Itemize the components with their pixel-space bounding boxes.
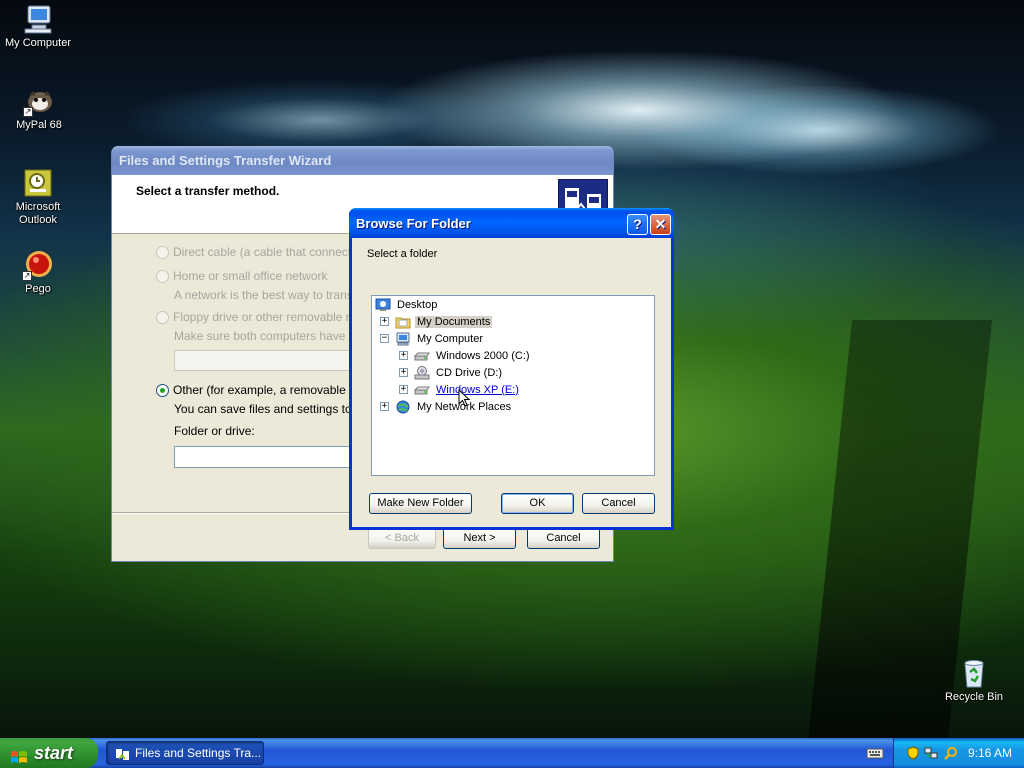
browse-for-folder-dialog: Browse For Folder ? ✕ Select a folder De… [349, 208, 674, 530]
radio-floppy[interactable] [156, 311, 169, 324]
collapse-icon[interactable]: − [380, 334, 389, 343]
browse-prompt: Select a folder [367, 248, 438, 260]
tree-item-windows-2000-c[interactable]: + Windows 2000 (C:) [399, 347, 532, 364]
taskbar-item-transfer-wizard[interactable]: Files and Settings Tra... [106, 741, 264, 765]
option-floppy-sublabel: Make sure both computers have the [174, 329, 366, 343]
desktop-icon-label: Pego [25, 283, 51, 295]
computer-icon [395, 332, 411, 346]
expand-icon[interactable]: + [399, 351, 408, 360]
tree-item-label: Windows XP (E:) [436, 383, 519, 396]
close-icon: ✕ [654, 216, 667, 232]
folder-icon [395, 315, 411, 329]
wizard-titlebar[interactable]: Files and Settings Transfer Wizard [112, 146, 613, 175]
tree-item-label: Desktop [397, 298, 438, 311]
folder-or-drive-label: Folder or drive: [174, 424, 255, 438]
browse-titlebar[interactable]: Browse For Folder ? ✕ [349, 208, 674, 238]
clock[interactable]: 9:16 AM [968, 738, 1012, 768]
network-connection-icon[interactable] [924, 746, 938, 760]
mouse-cursor-icon [458, 389, 470, 407]
expand-icon[interactable]: + [399, 385, 408, 394]
desktop-icon-my-computer[interactable]: My Computer [0, 3, 76, 50]
folder-or-drive-input[interactable] [174, 446, 354, 468]
desktop-icon-label: My Computer [4, 37, 72, 49]
option-floppy-label: Floppy drive or other removable media [173, 310, 379, 324]
drive-icon [413, 349, 430, 363]
mypal-icon: ↗ [23, 85, 55, 117]
floppy-drive-select[interactable] [174, 350, 354, 371]
tree-item-label: Windows 2000 (C:) [436, 349, 530, 362]
outlook-icon [22, 167, 54, 199]
option-direct-cable-label: Direct cable (a cable that connects yo [173, 245, 374, 259]
tree-item-label: CD Drive (D:) [436, 366, 502, 379]
expand-icon[interactable]: + [380, 317, 389, 326]
expand-icon[interactable]: + [399, 368, 408, 377]
option-other-label: Other (for example, a removable drive [173, 383, 376, 397]
make-new-folder-button[interactable]: Make New Folder [369, 493, 472, 514]
tree-item-label: My Documents [415, 315, 493, 328]
start-button[interactable]: start [0, 738, 98, 768]
security-shield-icon[interactable] [906, 746, 920, 760]
radio-direct-cable[interactable] [156, 246, 169, 259]
desktop-icon-label: Microsoft Outlook [15, 201, 61, 226]
recycle-bin-icon [958, 657, 990, 689]
tree-item-label: My Computer [417, 332, 484, 345]
tree-item-my-network-places[interactable]: + My Network Places [380, 398, 513, 415]
desktop-icon-recycle-bin[interactable]: Recycle Bin [936, 657, 1012, 704]
taskbar: start Files and Settings Tra... 9:16 AM [0, 738, 1024, 768]
expand-icon[interactable]: + [380, 402, 389, 411]
tree-item-my-computer[interactable]: − My Computer [380, 330, 485, 347]
desktop-icon-pego[interactable]: ↗ Pego [0, 249, 76, 296]
taskbar-item-label: Files and Settings Tra... [135, 746, 262, 760]
wizard-title: Files and Settings Transfer Wizard [119, 153, 332, 168]
browse-cancel-button[interactable]: Cancel [582, 493, 655, 514]
tree-item-my-documents[interactable]: + My Documents [380, 313, 493, 330]
my-computer-icon [22, 3, 54, 35]
help-icon: ? [633, 216, 642, 232]
desktop-icon-label: Recycle Bin [944, 691, 1004, 703]
back-button[interactable]: < Back [368, 528, 436, 549]
desktop-icon-label: MyPal 68 [16, 119, 62, 131]
search-icon[interactable] [944, 746, 958, 760]
start-label: start [34, 743, 74, 763]
pego-icon: ↗ [22, 249, 54, 281]
wizard-cancel-button[interactable]: Cancel [527, 528, 600, 549]
keyboard-language-icon[interactable] [866, 746, 884, 760]
close-button[interactable]: ✕ [650, 214, 671, 235]
option-home-network-label: Home or small office network [173, 269, 328, 283]
shortcut-arrow-icon: ↗ [23, 107, 33, 117]
radio-home-network[interactable] [156, 270, 169, 283]
windows-flag-icon [10, 745, 28, 763]
tree-item-desktop[interactable]: Desktop [375, 296, 439, 313]
next-button[interactable]: Next > [443, 528, 516, 549]
folder-tree[interactable]: Desktop + My Documents − My Computer + W… [371, 295, 655, 476]
desktop-icon-outlook[interactable]: Microsoft Outlook [0, 167, 76, 227]
help-button[interactable]: ? [627, 214, 648, 235]
system-tray: 9:16 AM [893, 738, 1024, 768]
wizard-heading: Select a transfer method. [136, 184, 280, 198]
drive-icon [413, 383, 430, 397]
option-other-sublabel: You can save files and settings to an [174, 402, 369, 416]
shortcut-arrow-icon: ↗ [22, 271, 32, 281]
transfer-wizard-task-icon [115, 746, 130, 760]
ok-button[interactable]: OK [501, 493, 574, 514]
tree-item-cd-drive-d[interactable]: + CD Drive (D:) [399, 364, 504, 381]
browse-title: Browse For Folder [356, 215, 471, 231]
radio-other[interactable] [156, 384, 169, 397]
option-home-network-sublabel: A network is the best way to transfer [174, 288, 367, 302]
desktop-icon-mypal[interactable]: ↗ MyPal 68 [1, 85, 77, 132]
cd-drive-icon [414, 365, 430, 380]
desktop-icon [375, 298, 391, 312]
network-icon [395, 400, 411, 414]
